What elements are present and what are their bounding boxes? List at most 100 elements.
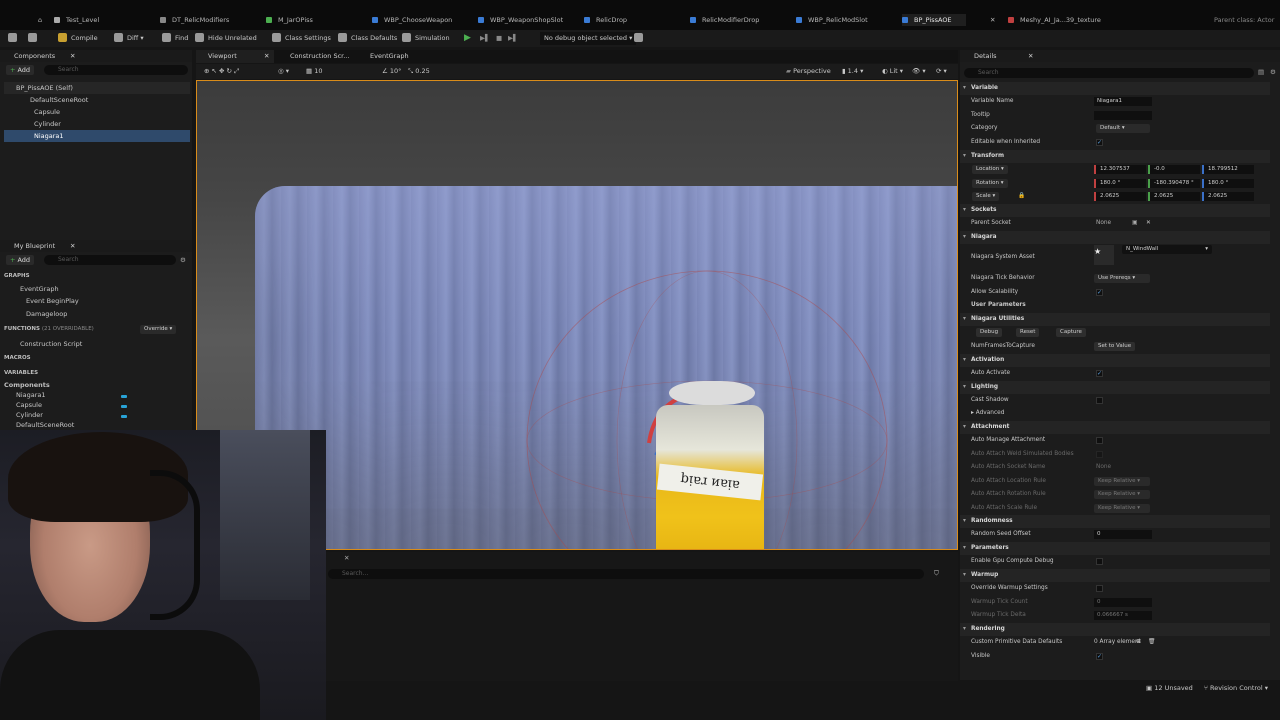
section-warmup[interactable]: Warmup [960,569,1270,582]
tab-m-jaropiss[interactable]: M_JarOPiss [266,14,313,26]
browse-icon[interactable] [28,32,41,45]
editable-checkbox[interactable]: ✓ [1096,139,1103,146]
trash-icon[interactable]: 🗑 [1148,636,1155,649]
tree-item-cylinder[interactable]: Cylinder [4,118,61,130]
close-icon[interactable]: ✕ [70,240,75,252]
override-dropdown[interactable]: Override ▾ [140,325,177,334]
debug-options-icon[interactable] [634,32,647,45]
view-mode-dropdown[interactable]: ◐ Lit ▾ [882,66,903,77]
scale-x-field[interactable]: 2.0625 [1094,192,1146,201]
revision-control-button[interactable]: ⑂ Revision Control ▾ [1204,684,1268,692]
tab-construction-script[interactable]: Construction Scr... [278,50,349,63]
cast-shadow-checkbox[interactable] [1096,397,1103,404]
tree-item-self[interactable]: BP_PissAOE (Self) [4,82,190,94]
section-parameters[interactable]: Parameters [960,542,1270,555]
macros-section[interactable]: MACROS [4,353,31,364]
components-search-input[interactable]: Search [44,65,188,75]
compile-button[interactable]: Compile [58,32,98,45]
filter-icon[interactable]: ⛉ [934,569,939,578]
auto-activate-checkbox[interactable]: ✓ [1096,370,1103,377]
graph-event-beginplay[interactable]: Event BeginPlay [16,296,79,307]
perspective-dropdown[interactable]: ▰ Perspective [786,66,831,77]
row-advanced[interactable]: ▸ Advanced [960,407,1270,420]
stop-icon[interactable]: ■ [496,32,502,45]
functions-section[interactable]: FUNCTIONS (21 OVERRIDABLE) [4,324,94,335]
tab-relicmodifierdrop[interactable]: RelicModifierDrop [690,14,759,26]
location-dropdown[interactable]: Location ▾ [972,165,1008,174]
diff-button[interactable]: Diff ▾ [114,32,144,45]
add-member-button[interactable]: + Add [6,255,35,265]
system-asset-dropdown[interactable]: N_WindWall ▾ [1122,245,1212,254]
scale-z-field[interactable]: 2.0625 [1202,192,1254,201]
graph-damageloop[interactable]: Damageloop [16,309,67,320]
location-y-field[interactable]: -0.0 [1148,165,1200,174]
step-icon[interactable]: ▶▌ [480,32,490,45]
tree-item-niagara1[interactable]: Niagara1 [4,130,190,142]
close-icon[interactable]: ✕ [1028,50,1033,62]
view-options-icon[interactable]: ▤ [1258,68,1264,76]
clear-icon[interactable]: ✕ [1146,217,1151,230]
unsaved-indicator[interactable]: ▣ 12 Unsaved [1146,684,1193,692]
override-warmup-checkbox[interactable] [1096,585,1103,592]
section-randomness[interactable]: Randomness [960,515,1270,528]
my-blueprint-search-input[interactable]: Search [44,255,176,265]
tab-bp-pissaoe[interactable]: BP_PissAOE [902,14,966,26]
tooltip-field[interactable] [1094,111,1152,120]
tab-wbp-relicmodslot[interactable]: WBP_RelicModSlot [796,14,868,26]
tab-eventgraph[interactable]: EventGraph [358,50,409,63]
debug-object-select[interactable]: No debug object selected ▾ [540,32,637,45]
location-z-field[interactable]: 18.799512 [1202,165,1254,174]
reset-button[interactable]: Reset [1016,328,1040,337]
section-variable[interactable]: Variable [960,82,1270,95]
scalability-checkbox[interactable]: ✓ [1096,289,1103,296]
simulation-button[interactable]: Simulation [402,32,450,45]
section-sockets[interactable]: Sockets [960,204,1270,217]
visible-checkbox[interactable]: ✓ [1096,653,1103,660]
realtime-icon[interactable]: ⟳ ▾ [936,66,947,77]
section-lighting[interactable]: Lighting [960,381,1270,394]
tab-dt-relicmodifiers[interactable]: DT_RelicModifiers [160,14,229,26]
section-transform[interactable]: Transform [960,150,1270,163]
rotation-y-field[interactable]: -180.390478 ° [1148,179,1200,188]
close-icon[interactable]: ✕ [344,554,349,562]
variables-section[interactable]: VARIABLES [4,368,38,379]
output-search-input[interactable]: Search... [328,569,924,579]
home-icon[interactable]: ⌂ [38,14,42,26]
scale-y-field[interactable]: 2.0625 [1148,192,1200,201]
scale-snap[interactable]: ⤡ 0.25 [408,66,430,77]
random-seed-field[interactable]: 0 [1094,530,1152,539]
graph-eventgraph[interactable]: EventGraph [10,284,59,295]
debug-button[interactable]: Debug [976,328,1003,337]
row-user-parameters[interactable]: User Parameters [960,299,1270,312]
section-attachment[interactable]: Attachment [960,421,1270,434]
scale-dropdown[interactable]: Scale ▾ [972,192,1000,201]
play-icon[interactable]: ▶ [464,32,471,45]
rotation-dropdown[interactable]: Rotation ▾ [972,179,1008,188]
section-rendering[interactable]: Rendering [960,623,1270,636]
show-flags-icon[interactable]: 👁 ▾ [912,66,926,77]
save-icon[interactable] [8,32,21,45]
rotation-x-field[interactable]: 180.0 ° [1094,179,1146,188]
tree-item-capsule[interactable]: Capsule [4,106,60,118]
tab-wbp-chooseweapon[interactable]: WBP_ChooseWeapon [372,14,452,26]
niagara-thumbnail[interactable]: ★ [1094,245,1114,265]
gear-icon[interactable]: ⚙ [1270,68,1276,76]
folder-icon[interactable]: ▣ [1132,217,1137,230]
set-to-value-button[interactable]: Set to Value [1094,342,1136,351]
tab-test-level[interactable]: Test_Level [54,14,99,26]
tick-behavior-dropdown[interactable]: Use Prereqs ▾ [1094,274,1150,283]
angle-snap[interactable]: ∠ 10° [382,66,401,77]
section-niagara-utilities[interactable]: Niagara Utilities [960,313,1270,326]
class-settings-button[interactable]: Class Settings [272,32,331,45]
add-component-button[interactable]: + Add [6,65,35,75]
class-defaults-button[interactable]: Class Defaults [338,32,397,45]
camera-speed[interactable]: ▮ 1.4 ▾ [842,66,863,77]
details-search-input[interactable]: Search [964,68,1254,78]
gear-icon[interactable]: ⚙ [180,256,186,264]
surface-snap-icon[interactable]: ◎ ▾ [278,66,289,77]
rotation-z-field[interactable]: 180.0 ° [1202,179,1254,188]
auto-manage-checkbox[interactable] [1096,437,1103,444]
eject-icon[interactable]: ▶▌ [508,32,518,45]
function-construction-script[interactable]: Construction Script [16,339,82,350]
section-niagara[interactable]: Niagara [960,231,1270,244]
